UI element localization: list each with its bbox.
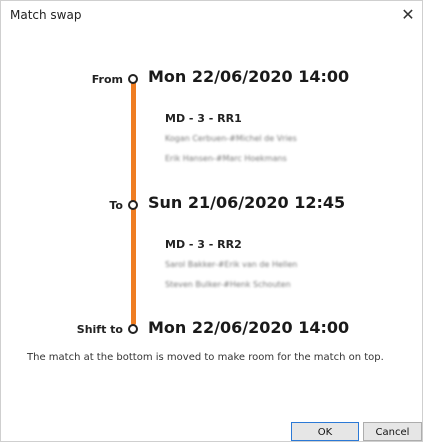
- close-icon[interactable]: ✕: [398, 5, 418, 25]
- from-datetime: Mon 22/06/2020 14:00: [148, 67, 350, 86]
- ok-button[interactable]: OK: [291, 422, 359, 441]
- to-match-participants-line-1: Sarol Bakker-#Erik van de Hellen: [165, 260, 298, 269]
- to-match-participants-line-2: Steven Bulker-#Henk Schouten: [165, 280, 291, 289]
- to-datetime: Sun 21/06/2020 12:45: [148, 193, 346, 212]
- to-match-code: MD - 3 - RR2: [165, 238, 242, 251]
- from-node-icon: [128, 74, 138, 84]
- from-label: From: [91, 73, 123, 86]
- cancel-button[interactable]: Cancel: [363, 422, 422, 441]
- info-text: The match at the bottom is moved to make…: [27, 352, 384, 363]
- shift-to-label: Shift to: [76, 323, 123, 336]
- title-bar: Match swap ✕: [1, 1, 422, 31]
- shift-to-node-icon: [128, 324, 138, 334]
- to-node-icon: [128, 200, 138, 210]
- shift-to-datetime: Mon 22/06/2020 14:00: [148, 318, 350, 337]
- from-match-participants-line-2: Erik Hansen-#Marc Hoekmans: [165, 154, 287, 163]
- from-match-code: MD - 3 - RR1: [165, 112, 242, 125]
- to-label: To: [109, 199, 123, 212]
- match-swap-dialog: Match swap ✕ From To Shift to Mon 22/06/…: [0, 0, 423, 442]
- from-match-participants-line-1: Kogan Cerbuen-#Michel de Vries: [165, 134, 297, 143]
- window-title: Match swap: [10, 8, 82, 22]
